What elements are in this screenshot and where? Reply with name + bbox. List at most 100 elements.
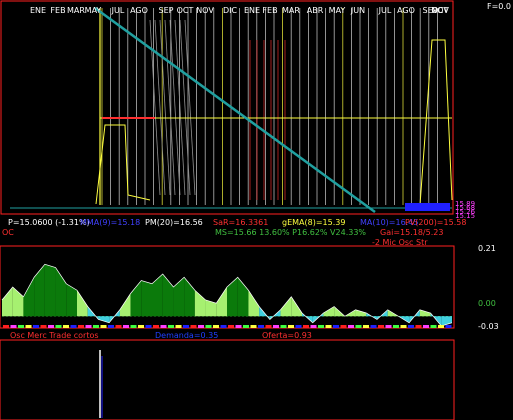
signal-marker <box>33 325 39 328</box>
signal-marker <box>228 325 234 328</box>
osc-segment <box>194 290 206 317</box>
signal-marker <box>438 325 444 328</box>
osc-segment <box>66 283 77 317</box>
trend-line <box>94 6 376 214</box>
signal-marker <box>370 325 377 328</box>
signal-marker <box>400 325 407 328</box>
chart-window: ENE FEB MAR MAY JUL AGO SEP OCT NOV DIC ENE FEB MAR A… <box>0 0 513 420</box>
price-line <box>419 39 453 206</box>
signal-marker <box>48 325 54 328</box>
ms-readout: MS=15.66 13.60% P16.62% V24.33% <box>215 228 367 237</box>
signal-marker <box>385 325 392 328</box>
osc-tick-bottom: -0.03 <box>478 322 499 331</box>
offer-readout: Oferta=0.93 <box>262 331 312 340</box>
signal-marker <box>18 325 24 328</box>
signal-marker <box>175 325 182 328</box>
oscillator-series <box>1 263 453 328</box>
osc-segment <box>152 274 163 317</box>
month-label: SEP <box>159 6 174 15</box>
signal-marker <box>153 325 159 328</box>
price-readout: P=15.0600 (-1.31%) <box>8 218 90 227</box>
mma-readout: MMA(9)=15.18 <box>80 218 141 227</box>
month-label: NOV <box>196 6 214 15</box>
sar-readout: SaR=16.3361 <box>213 218 269 227</box>
osc-segment <box>119 293 131 317</box>
month-label: JUN <box>350 6 365 15</box>
month-label: DIC <box>223 6 238 15</box>
signal-marker <box>100 325 107 328</box>
signal-marker <box>78 325 84 328</box>
osc-segment <box>216 287 227 317</box>
signal-marker <box>415 325 422 328</box>
price-line <box>149 19 161 196</box>
signal-marker <box>303 325 309 328</box>
signal-marker <box>25 325 32 328</box>
osc-segment <box>12 287 24 317</box>
signal-marker <box>445 325 452 328</box>
signal-marker <box>93 325 99 328</box>
signal-marker <box>10 325 17 328</box>
month-label: ENE <box>244 6 260 15</box>
month-label: JUL <box>378 6 392 15</box>
month-label: OCT <box>177 6 194 15</box>
osc-segment <box>55 267 67 317</box>
month-label: MAY <box>85 6 102 15</box>
demand-readout: Demanda=0.35 <box>155 331 219 340</box>
month-label: JUL <box>111 6 125 15</box>
signal-marker <box>205 325 212 328</box>
signal-marker <box>55 325 62 328</box>
price-line <box>164 19 176 196</box>
signal-marker <box>70 325 77 328</box>
signal-marker <box>408 325 414 328</box>
signal-marker <box>190 325 197 328</box>
signal-marker <box>378 325 384 328</box>
price-line <box>179 19 191 196</box>
price-line <box>405 203 450 211</box>
corner-label: F=0.0 <box>486 2 511 11</box>
signal-marker <box>340 325 347 328</box>
osc-segment <box>2 287 13 317</box>
gema-readout: gEMA(8)=15.39 <box>282 218 346 227</box>
month-label: ABR <box>307 6 324 15</box>
signal-marker <box>393 325 399 328</box>
osc-segment <box>419 309 431 317</box>
price-lines <box>10 6 453 214</box>
signal-marker <box>40 325 47 328</box>
osc-segment <box>280 296 292 317</box>
signal-marker <box>115 325 122 328</box>
osc-segment <box>248 290 260 317</box>
signal-marker <box>318 325 324 328</box>
signal-marker <box>183 325 189 328</box>
osc-segment <box>77 290 88 317</box>
signal-marker <box>355 325 362 328</box>
signal-marker <box>123 325 129 328</box>
month-label: MAY <box>329 6 346 15</box>
signal-marker <box>258 325 264 328</box>
oc-label: OC <box>2 228 14 237</box>
osc-segment <box>141 280 152 317</box>
price-line <box>95 124 151 205</box>
signal-marker <box>423 325 429 328</box>
osc-segment <box>130 280 142 317</box>
osc-tick-top: 0.21 <box>478 244 496 253</box>
price-panel: ENE FEB MAR MAY JUL AGO SEP OCT NOV DIC ENE FEB MAR A… <box>0 0 455 420</box>
price-line <box>159 19 171 196</box>
signal-marker <box>198 325 204 328</box>
signal-marker <box>138 325 144 328</box>
signal-marker <box>63 325 69 328</box>
signal-marker <box>235 325 242 328</box>
pm-readout: PM(20)=16.56 <box>145 218 203 227</box>
pv-readout: PV(200)=15.58 <box>405 218 467 227</box>
signal-marker <box>273 325 279 328</box>
signal-marker <box>288 325 294 328</box>
signal-marker <box>265 325 272 328</box>
price-panel-frame <box>0 0 454 215</box>
month-label: FEB <box>262 6 277 15</box>
signal-marker <box>220 325 227 328</box>
signal-marker <box>363 325 369 328</box>
osc-segment <box>34 264 45 317</box>
signal-marker <box>280 325 287 328</box>
signal-marker <box>295 325 302 328</box>
month-label: ENE <box>30 6 46 15</box>
signal-marker <box>325 325 332 328</box>
